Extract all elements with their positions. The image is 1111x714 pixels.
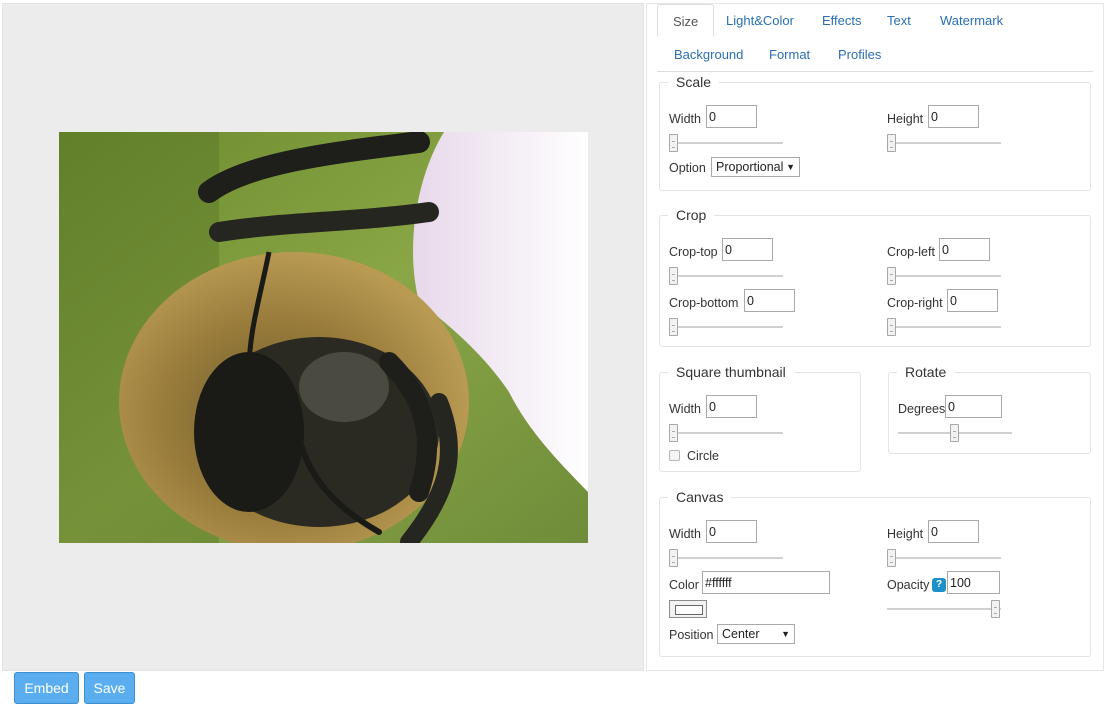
slider-handle[interactable] (669, 424, 678, 442)
crop-top-label: Crop-top (669, 245, 718, 259)
color-swatch-button[interactable] (669, 600, 707, 618)
canvas-opacity-slider[interactable] (887, 600, 1001, 618)
embed-button[interactable]: Embed (14, 672, 79, 704)
tab-watermark[interactable]: Watermark (925, 4, 1018, 37)
dropdown-arrow-icon: ▼ (786, 162, 795, 172)
tab-background[interactable]: Background (659, 38, 758, 71)
tab-text[interactable]: Text (872, 4, 926, 37)
slider-handle[interactable] (887, 134, 896, 152)
slider-handle[interactable] (669, 549, 678, 567)
canvas-width-label: Width (669, 527, 701, 541)
question-mark-icon[interactable]: ? (932, 578, 946, 592)
canvas-color-input[interactable] (702, 571, 830, 594)
thumbnail-width-input[interactable] (706, 395, 757, 418)
canvas-position-value: Center (722, 627, 760, 641)
scale-title: Scale (676, 74, 712, 90)
tab-effects[interactable]: Effects (807, 4, 877, 37)
circle-label: Circle (687, 449, 719, 463)
degrees-input[interactable] (945, 395, 1002, 418)
scale-height-slider[interactable] (887, 134, 1001, 152)
scale-height-label: Height (887, 112, 924, 126)
scale-width-label: Width (669, 112, 701, 126)
scale-width-input[interactable] (706, 105, 757, 128)
crop-right-input[interactable] (947, 289, 998, 312)
canvas-position-select[interactable]: Center ▼ (717, 624, 795, 644)
canvas-width-slider[interactable] (669, 549, 783, 567)
scale-option-label: Option (669, 161, 706, 175)
crop-bottom-label: Crop-bottom (669, 296, 739, 310)
bee-photo (59, 132, 588, 543)
crop-top-slider[interactable] (669, 267, 783, 285)
tab-format[interactable]: Format (754, 38, 825, 71)
canvas-opacity-input[interactable] (947, 571, 1000, 594)
thumbnail-width-slider[interactable] (669, 424, 783, 442)
slider-handle[interactable] (950, 424, 959, 442)
crop-bottom-input[interactable] (744, 289, 795, 312)
slider-handle[interactable] (887, 318, 896, 336)
image-preview-area (2, 3, 644, 671)
crop-left-slider[interactable] (887, 267, 1001, 285)
scale-option-value: Proportional (716, 160, 784, 174)
crop-title: Crop (676, 207, 707, 223)
scale-width-slider[interactable] (669, 134, 783, 152)
crop-right-label: Crop-right (887, 296, 943, 310)
crop-right-slider[interactable] (887, 318, 1001, 336)
degrees-label: Degrees (898, 402, 946, 416)
crop-left-label: Crop-left (887, 245, 935, 259)
tab-bar: Size Light&Color Effects Text Watermark … (657, 4, 1093, 72)
crop-bottom-slider[interactable] (669, 318, 783, 336)
slider-handle[interactable] (887, 549, 896, 567)
crop-top-input[interactable] (722, 238, 773, 261)
slider-handle[interactable] (669, 134, 678, 152)
slider-handle[interactable] (669, 267, 678, 285)
thumbnail-width-label: Width (669, 402, 701, 416)
canvas-position-label: Position (669, 628, 714, 642)
bee-photo-image (59, 132, 588, 543)
canvas-opacity-label: Opacity (887, 578, 930, 592)
circle-checkbox[interactable] (669, 450, 680, 461)
slider-handle[interactable] (887, 267, 896, 285)
canvas-height-label: Height (887, 527, 924, 541)
slider-handle[interactable] (991, 600, 1000, 618)
canvas-color-label: Color (669, 578, 699, 592)
canvas-height-input[interactable] (928, 520, 979, 543)
save-button[interactable]: Save (84, 672, 135, 704)
tab-size[interactable]: Size (657, 4, 715, 37)
crop-left-input[interactable] (939, 238, 990, 261)
settings-panel: Size Light&Color Effects Text Watermark … (646, 3, 1104, 671)
scale-option-select[interactable]: Proportional ▼ (711, 157, 800, 177)
dropdown-arrow-icon: ▼ (781, 629, 790, 639)
tab-light-color[interactable]: Light&Color (711, 4, 809, 37)
rotate-title: Rotate (905, 364, 947, 380)
square-thumbnail-title: Square thumbnail (676, 364, 786, 380)
tab-profiles[interactable]: Profiles (823, 38, 896, 71)
scale-height-input[interactable] (928, 105, 979, 128)
degrees-slider[interactable] (898, 424, 1012, 442)
canvas-title: Canvas (676, 489, 724, 505)
slider-handle[interactable] (669, 318, 678, 336)
canvas-height-slider[interactable] (887, 549, 1001, 567)
canvas-width-input[interactable] (706, 520, 757, 543)
